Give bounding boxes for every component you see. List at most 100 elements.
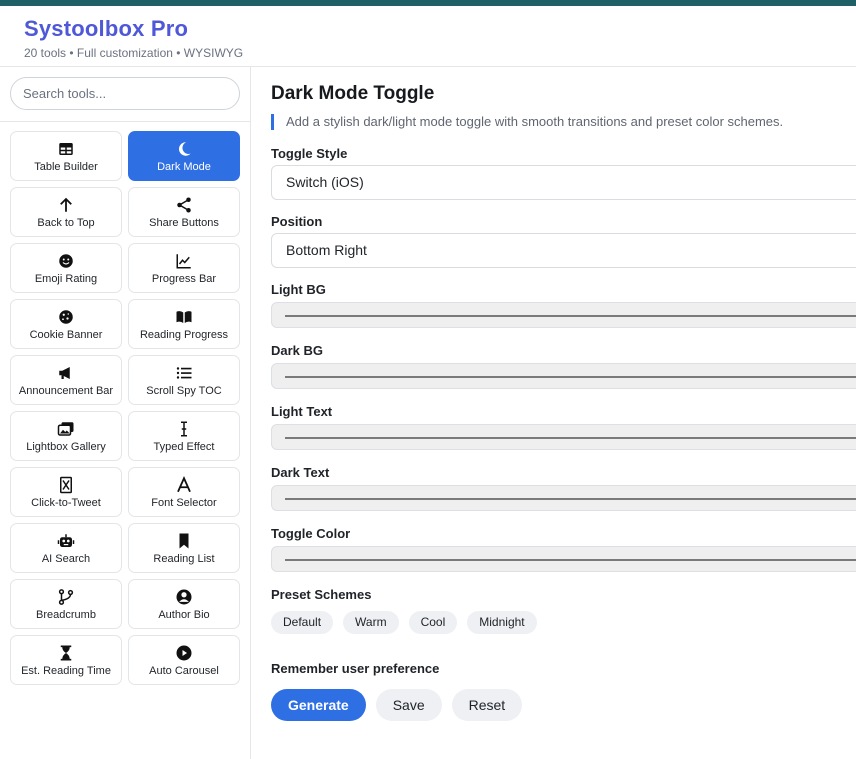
- toggle-style-select[interactable]: Switch (iOS): [271, 165, 856, 200]
- smiley-icon: [57, 251, 75, 271]
- megaphone-icon: [57, 363, 75, 383]
- color-swatch-line: [285, 437, 856, 439]
- tool-progress-bar[interactable]: Progress Bar: [128, 243, 240, 293]
- color-swatch-line: [285, 376, 856, 378]
- tool-emoji-rating[interactable]: Emoji Rating: [10, 243, 122, 293]
- generate-button[interactable]: Generate: [271, 689, 366, 721]
- tool-back-to-top[interactable]: Back to Top: [10, 187, 122, 237]
- toggle-style-label: Toggle Style: [271, 146, 348, 161]
- branch-icon: [57, 587, 75, 607]
- tool-grid: Table Builder Dark Mode Back to Top Shar…: [10, 131, 240, 685]
- tool-label: Breadcrumb: [36, 608, 96, 621]
- light-text-label: Light Text: [271, 404, 333, 419]
- tool-label: Cookie Banner: [29, 328, 103, 341]
- tool-share-buttons[interactable]: Share Buttons: [128, 187, 240, 237]
- tool-label: Share Buttons: [149, 216, 219, 229]
- tool-label: Lightbox Gallery: [26, 440, 106, 453]
- share-icon: [175, 195, 193, 215]
- color-swatch-line: [285, 498, 856, 500]
- tool-label: Table Builder: [34, 160, 98, 173]
- toggle-color-input[interactable]: [271, 546, 856, 572]
- tool-label: Dark Mode: [157, 160, 211, 173]
- tool-label: Reading Progress: [139, 328, 229, 341]
- app-header: Systoolbox Pro 20 tools • Full customiza…: [0, 6, 856, 67]
- preset-default-chip[interactable]: Default: [271, 611, 334, 634]
- color-swatch-line: [285, 315, 856, 317]
- arrow-up-icon: [57, 195, 75, 215]
- light-bg-color-input[interactable]: [271, 302, 856, 328]
- images-icon: [57, 419, 75, 439]
- cookie-icon: [57, 307, 75, 327]
- tool-label: Est. Reading Time: [21, 664, 111, 677]
- user-circle-icon: [175, 587, 193, 607]
- tool-table-builder[interactable]: Table Builder: [10, 131, 122, 181]
- light-bg-label: Light BG: [271, 282, 326, 297]
- tool-lightbox-gallery[interactable]: Lightbox Gallery: [10, 411, 122, 461]
- main-panel: Dark Mode Toggle Add a stylish dark/ligh…: [271, 67, 856, 759]
- tool-est-reading-time[interactable]: Est. Reading Time: [10, 635, 122, 685]
- action-buttons: Generate Save Reset: [271, 689, 523, 721]
- tool-label: Emoji Rating: [34, 272, 98, 285]
- book-icon: [175, 307, 193, 327]
- search-area: [0, 67, 250, 122]
- x-logo-icon: [57, 475, 75, 495]
- dark-bg-color-input[interactable]: [271, 363, 856, 389]
- tool-announcement-bar[interactable]: Announcement Bar: [10, 355, 122, 405]
- preset-schemes-label: Preset Schemes: [271, 587, 372, 602]
- tool-label: Font Selector: [151, 496, 217, 509]
- tool-label: Author Bio: [158, 608, 210, 621]
- app-title: Systoolbox Pro: [24, 16, 189, 41]
- tool-label: Progress Bar: [151, 272, 217, 285]
- remember-preference-label[interactable]: Remember user preference: [271, 661, 439, 676]
- font-icon: [175, 475, 193, 495]
- tool-label: AI Search: [41, 552, 91, 565]
- line-chart-icon: [175, 251, 193, 271]
- robot-icon: [57, 531, 75, 551]
- list-icon: [175, 363, 193, 383]
- save-button[interactable]: Save: [375, 689, 442, 721]
- page-title: Dark Mode Toggle: [271, 83, 435, 104]
- play-circle-icon: [175, 643, 193, 663]
- tool-reading-list[interactable]: Reading List: [128, 523, 240, 573]
- dark-text-color-input[interactable]: [271, 485, 856, 511]
- reset-button[interactable]: Reset: [451, 689, 523, 721]
- tool-breadcrumb[interactable]: Breadcrumb: [10, 579, 122, 629]
- tool-label: Typed Effect: [153, 440, 215, 453]
- moon-icon: [175, 139, 193, 159]
- tool-reading-progress[interactable]: Reading Progress: [128, 299, 240, 349]
- tool-typed-effect[interactable]: Typed Effect: [128, 411, 240, 461]
- tool-author-bio[interactable]: Author Bio: [128, 579, 240, 629]
- app-subtitle: 20 tools • Full customization • WYSIWYG: [24, 46, 244, 60]
- bookmark-icon: [175, 531, 193, 551]
- tool-label: Back to Top: [37, 216, 95, 229]
- position-label: Position: [271, 214, 323, 229]
- sidebar: Table Builder Dark Mode Back to Top Shar…: [0, 67, 251, 759]
- table-icon: [57, 139, 75, 159]
- preset-midnight-chip[interactable]: Midnight: [467, 611, 537, 634]
- hourglass-icon: [57, 643, 75, 663]
- tool-label: Auto Carousel: [149, 664, 219, 677]
- search-input[interactable]: [10, 77, 240, 110]
- dark-text-label: Dark Text: [271, 465, 330, 480]
- tool-font-selector[interactable]: Font Selector: [128, 467, 240, 517]
- dark-bg-label: Dark BG: [271, 343, 324, 358]
- tool-click-to-tweet[interactable]: Click-to-Tweet: [10, 467, 122, 517]
- tool-label: Announcement Bar: [18, 384, 114, 397]
- page-description: Add a stylish dark/light mode toggle wit…: [271, 114, 783, 130]
- tool-label: Scroll Spy TOC: [146, 384, 222, 397]
- tool-ai-search[interactable]: AI Search: [10, 523, 122, 573]
- text-cursor-icon: [175, 419, 193, 439]
- preset-cool-chip[interactable]: Cool: [408, 611, 458, 634]
- preset-warm-chip[interactable]: Warm: [343, 611, 399, 634]
- tool-label: Click-to-Tweet: [31, 496, 101, 509]
- preset-schemes: Default Warm Cool Midnight: [271, 611, 537, 634]
- tool-scroll-spy-toc[interactable]: Scroll Spy TOC: [128, 355, 240, 405]
- tool-dark-mode[interactable]: Dark Mode: [128, 131, 240, 181]
- position-select[interactable]: Bottom Right: [271, 233, 856, 268]
- color-swatch-line: [285, 559, 856, 561]
- toggle-color-label: Toggle Color: [271, 526, 351, 541]
- tool-label: Reading List: [153, 552, 215, 565]
- tool-cookie-banner[interactable]: Cookie Banner: [10, 299, 122, 349]
- light-text-color-input[interactable]: [271, 424, 856, 450]
- tool-auto-carousel[interactable]: Auto Carousel: [128, 635, 240, 685]
